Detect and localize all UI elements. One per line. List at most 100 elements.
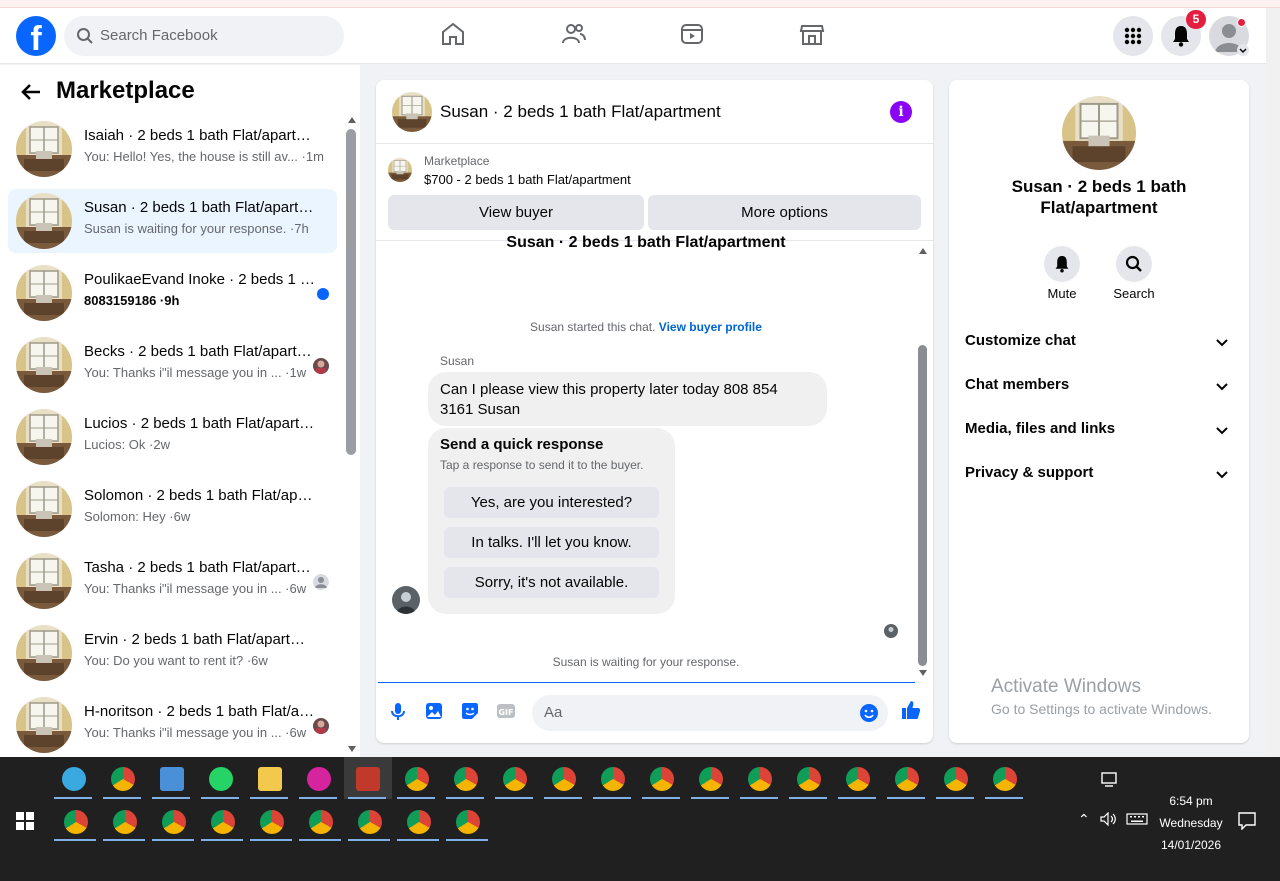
search-input[interactable]: Search Facebook [100, 27, 218, 44]
whatsapp-icon[interactable] [209, 767, 233, 791]
chrome-profile-icon[interactable] [456, 810, 480, 834]
page-scrollbar[interactable] [1266, 8, 1280, 757]
listing-thumbnail [16, 625, 72, 681]
conversation-name: PoulikaeEvand Inoke · 2 beds 1 bath Flat… [84, 271, 316, 288]
chrome-profile-icon[interactable] [407, 810, 431, 834]
chrome-profile-icon[interactable] [260, 810, 284, 834]
listing-thumbnail[interactable] [392, 92, 432, 132]
file-explorer-icon[interactable] [258, 767, 282, 791]
chrome-profile-icon[interactable] [993, 767, 1017, 791]
marketplace-icon[interactable] [798, 20, 826, 48]
conversation-item[interactable]: Lucios · 2 beds 1 bath Flat/apartment Luc… [8, 405, 337, 469]
friends-icon[interactable] [559, 20, 587, 48]
chrome-profile-icon[interactable] [699, 767, 723, 791]
conversation-item[interactable]: Becks · 2 beds 1 bath Flat/apartment You:… [8, 333, 337, 397]
windows-taskbar: ⌃ 6:54 pm Wednesday 14/01/2026 [0, 757, 1280, 881]
chevron-down-icon[interactable] [1237, 44, 1249, 56]
system-clock[interactable]: 6:54 pm Wednesday 14/01/2026 [1148, 790, 1234, 856]
photo-icon[interactable] [423, 700, 445, 722]
gif-icon[interactable]: GIF [495, 700, 517, 722]
quick-response-option[interactable]: In talks. I'll let you know. [444, 527, 659, 558]
more-options-button[interactable]: More options [648, 195, 921, 230]
chat-scrollbar[interactable] [918, 345, 927, 666]
sticker-icon[interactable] [459, 700, 481, 722]
windows-start-icon[interactable] [16, 812, 34, 830]
view-buyer-profile-link[interactable]: View buyer profile [659, 320, 762, 334]
calculator-icon[interactable] [160, 767, 184, 791]
network-icon[interactable] [1101, 772, 1119, 788]
chrome-profile-icon[interactable] [846, 767, 870, 791]
chrome-profile-icon[interactable] [895, 767, 919, 791]
sender-name: Susan [440, 354, 475, 368]
chrome-profile-icon[interactable] [405, 767, 429, 791]
chrome-profile-icon[interactable] [748, 767, 772, 791]
listing-price-title[interactable]: $700 - 2 beds 1 bath Flat/apartment [424, 172, 631, 187]
conversation-item[interactable]: Isaiah · 2 beds 1 bath Flat/apartment You… [8, 117, 337, 181]
chrome-profile-icon[interactable] [552, 767, 576, 791]
sidebar-scrollbar[interactable] [346, 129, 356, 455]
chat-title[interactable]: Susan · 2 beds 1 bath Flat/apartment [440, 102, 721, 122]
store-icon[interactable] [62, 767, 86, 791]
chrome-profile-icon[interactable] [113, 810, 137, 834]
watch-icon[interactable] [678, 20, 706, 48]
privacy-support-section[interactable]: Privacy & support [965, 464, 1233, 488]
section-label: Media, files and links [965, 420, 1116, 437]
read-receipt-avatar [313, 358, 329, 374]
home-icon[interactable] [439, 20, 467, 48]
microphone-icon[interactable] [387, 700, 409, 722]
conversation-preview: Solomon: Hey ·6w [84, 509, 191, 524]
chrome-profile-icon[interactable] [162, 810, 186, 834]
listing-thumbnail-large[interactable] [1062, 96, 1136, 170]
conversation-item[interactable]: Ervin · 2 beds 1 bath Flat/apartment You:… [8, 621, 337, 685]
scroll-down-arrow[interactable] [348, 746, 356, 752]
chrome-profile-icon[interactable] [503, 767, 527, 791]
running-indicator [838, 797, 876, 799]
chat-members-section[interactable]: Chat members [965, 376, 1233, 400]
chat-scroll-up-arrow[interactable] [919, 248, 927, 254]
sender-avatar[interactable] [392, 586, 420, 614]
search-bar[interactable]: Search Facebook [64, 16, 344, 56]
quick-response-option[interactable]: Sorry, it's not available. [444, 567, 659, 598]
quick-response-option[interactable]: Yes, are you interested? [444, 487, 659, 518]
emoji-icon[interactable] [859, 703, 879, 723]
running-indicator [740, 797, 778, 799]
back-arrow-icon[interactable] [20, 81, 42, 103]
instagram-icon[interactable] [307, 767, 331, 791]
conversation-item[interactable]: PoulikaeEvand Inoke · 2 beds 1 bath Flat… [8, 261, 337, 325]
notification-center-icon[interactable] [1238, 812, 1256, 830]
chrome-profile-icon[interactable] [358, 810, 382, 834]
search-chat-button[interactable] [1116, 246, 1152, 282]
chrome-icon[interactable] [111, 767, 135, 791]
message-input[interactable]: Aa [532, 695, 888, 731]
keyboard-icon[interactable] [1126, 813, 1148, 825]
bell-icon [1055, 256, 1069, 273]
conversation-item[interactable]: Solomon · 2 beds 1 bath Flat/apartment So… [8, 477, 337, 541]
chrome-profile-icon[interactable] [797, 767, 821, 791]
chrome-profile-icon[interactable] [601, 767, 625, 791]
conversation-item[interactable]: Susan · 2 beds 1 bath Flat/apartment Susa… [8, 189, 337, 253]
conversation-item[interactable]: Tasha · 2 beds 1 bath Flat/apartment You:… [8, 549, 337, 613]
media-files-links-section[interactable]: Media, files and links [965, 420, 1233, 444]
app-icon[interactable] [356, 767, 380, 791]
volume-icon[interactable] [1100, 812, 1118, 826]
chrome-profile-icon[interactable] [64, 810, 88, 834]
chrome-profile-icon[interactable] [650, 767, 674, 791]
mute-button[interactable] [1044, 246, 1080, 282]
view-buyer-button[interactable]: View buyer [388, 195, 644, 230]
conversation-item[interactable]: H-noritson · 2 beds 1 bath Flat/apartmen… [8, 693, 337, 757]
running-indicator [250, 839, 292, 841]
chrome-profile-icon[interactable] [211, 810, 235, 834]
running-indicator [103, 797, 141, 799]
menu-button[interactable] [1113, 16, 1153, 56]
info-icon[interactable]: i [890, 101, 912, 123]
thumbs-up-icon[interactable] [900, 699, 922, 721]
customize-chat-section[interactable]: Customize chat [965, 332, 1233, 356]
scroll-up-arrow[interactable] [348, 117, 356, 123]
message-area: Susan · 2 beds 1 bath Flat/apartment Sus… [376, 234, 933, 680]
chrome-profile-icon[interactable] [454, 767, 478, 791]
chrome-profile-icon[interactable] [944, 767, 968, 791]
chrome-profile-icon[interactable] [309, 810, 333, 834]
facebook-logo[interactable]: f [16, 16, 56, 56]
chat-scroll-down-arrow[interactable] [919, 670, 927, 676]
chevron-up-icon[interactable]: ⌃ [1078, 811, 1090, 828]
